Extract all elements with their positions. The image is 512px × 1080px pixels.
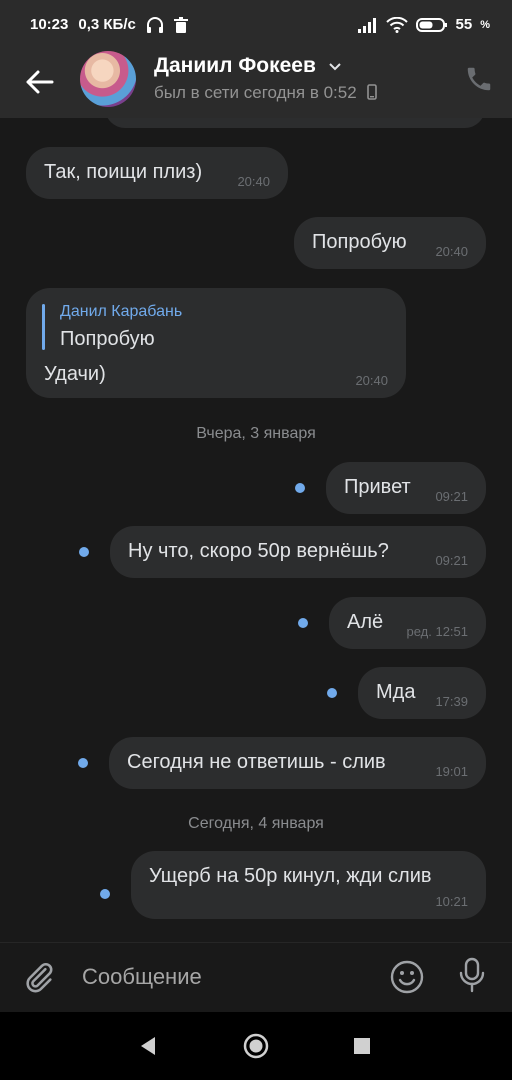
nav-home-icon[interactable] — [242, 1032, 270, 1060]
message-time: 09:21 — [435, 553, 468, 568]
reply-text: Попробую — [60, 328, 155, 350]
avatar[interactable] — [80, 51, 136, 107]
message-bubble[interactable]: Ну что, скоро 50р вернёшь? 09:21 — [110, 526, 486, 578]
unread-indicator — [295, 483, 305, 493]
smile-icon[interactable] — [389, 959, 425, 995]
message-text: Привет — [344, 476, 411, 498]
divider — [0, 942, 512, 943]
message-time: 20:40 — [355, 373, 388, 388]
signal-icon — [357, 17, 376, 33]
message-time: 17:39 — [435, 694, 468, 709]
message-input[interactable]: Сообщение — [82, 964, 202, 990]
battery-unit: % — [480, 18, 490, 31]
message-bubble-reply[interactable]: Данил Карабань Попробую Удачи) 20:40 — [26, 288, 406, 398]
unread-indicator — [78, 758, 88, 768]
message-time: ред. 12:51 — [406, 624, 468, 639]
message-bubble[interactable]: Привет 09:21 — [326, 462, 486, 514]
message-time: 10:21 — [435, 894, 468, 909]
unread-indicator — [100, 889, 110, 899]
headphones-icon — [146, 16, 163, 33]
nav-back-icon[interactable] — [138, 1035, 158, 1057]
microphone-icon[interactable] — [456, 957, 488, 995]
message-list[interactable]: Так, поищи плиз) 20:40 Попробую 20:40 Да… — [0, 118, 512, 942]
message-bubble[interactable]: Так, поищи плиз) 20:40 — [26, 147, 288, 199]
system-nav-bar — [0, 1012, 512, 1080]
message-bubble[interactable]: Алё ред. 12:51 — [329, 597, 486, 649]
message-text: Ну что, скоро 50р вернёшь? — [128, 540, 389, 562]
message-text: Сегодня не ответишь - слив — [127, 751, 386, 773]
net-speed: 0,3 КБ/с — [78, 16, 136, 33]
reply-author: Данил Карабань — [60, 303, 183, 320]
date-separator: Сегодня, 4 января — [188, 815, 324, 832]
unread-indicator — [327, 688, 337, 698]
message-bubble[interactable]: Ущерб на 50р кинул, жди слив 10:21 — [131, 851, 486, 919]
message-text: Мда — [376, 681, 416, 703]
arrow-left-icon[interactable] — [22, 64, 58, 100]
message-text: Так, поищи плиз) — [44, 161, 203, 183]
nav-recents-icon[interactable] — [353, 1037, 371, 1055]
message-time: 19:01 — [435, 764, 468, 779]
message-bubble-partial — [105, 118, 485, 128]
message-text: Попробую — [312, 231, 407, 253]
paperclip-icon[interactable] — [22, 960, 56, 994]
contact-name: Даниил Фокеев — [154, 54, 316, 77]
unread-indicator — [79, 547, 89, 557]
chevron-down-icon — [328, 63, 341, 71]
message-text: Алё — [347, 611, 384, 633]
unread-indicator — [298, 618, 308, 628]
message-time: 20:40 — [237, 174, 270, 189]
message-bubble[interactable]: Сегодня не ответишь - слив 19:01 — [109, 737, 486, 789]
phone-icon[interactable] — [464, 64, 494, 94]
mobile-device-icon — [367, 84, 378, 100]
message-time: 09:21 — [435, 489, 468, 504]
message-composer: Сообщение — [0, 942, 512, 1012]
wifi-icon — [385, 16, 408, 33]
contact-name-row[interactable]: Даниил Фокеев — [154, 54, 342, 78]
date-separator: Вчера, 3 января — [196, 425, 316, 442]
battery-icon — [415, 17, 447, 32]
message-text: Ущерб на 50р кинул, жди слив — [149, 865, 432, 887]
message-text: Удачи) — [44, 363, 106, 385]
message-time: 20:40 — [435, 244, 468, 259]
status-bar: 10:23 0,3 КБ/с 55 % — [0, 0, 512, 50]
chat-header: Даниил Фокеев был в сети сегодня в 0:52 — [0, 50, 512, 118]
trash-icon — [173, 16, 188, 33]
reply-indicator — [42, 304, 45, 350]
battery-level: 55 — [455, 16, 473, 33]
message-bubble[interactable]: Попробую 20:40 — [294, 217, 486, 269]
status-time: 10:23 — [30, 16, 69, 33]
last-seen: был в сети сегодня в 0:52 — [154, 83, 357, 102]
last-seen-row: был в сети сегодня в 0:52 — [154, 83, 378, 103]
message-bubble[interactable]: Мда 17:39 — [358, 667, 486, 719]
